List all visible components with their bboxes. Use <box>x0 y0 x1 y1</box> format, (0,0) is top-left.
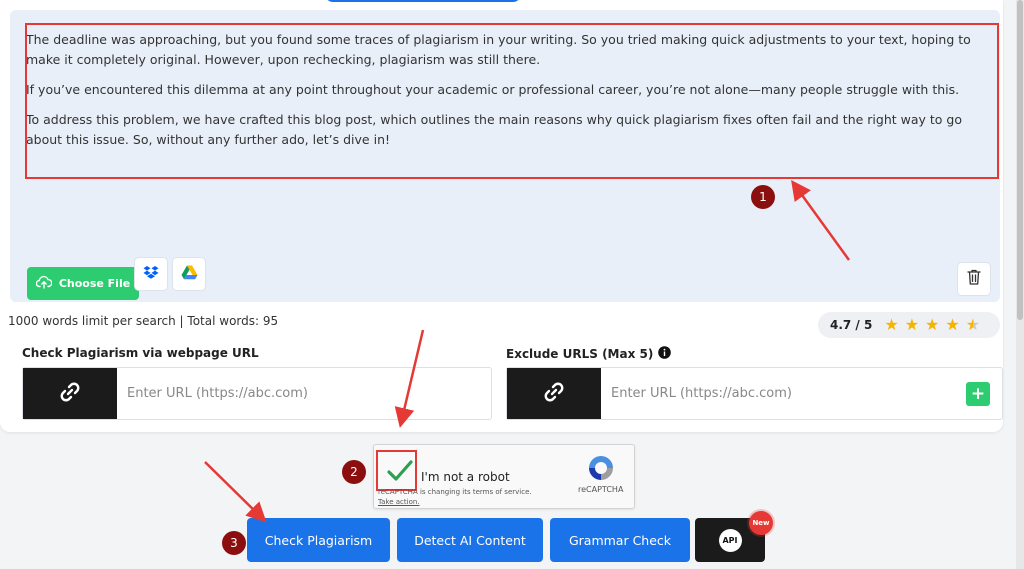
webpage-url-group <box>22 367 492 420</box>
webpage-url-label: Check Plagiarism via webpage URL <box>22 346 259 360</box>
link-icon <box>59 381 81 407</box>
upload-cloud-icon <box>35 275 53 292</box>
rating-value: 4.7 / 5 <box>830 318 873 332</box>
delete-text-button[interactable] <box>957 262 991 296</box>
annotation-highlight-box <box>25 23 999 179</box>
link-icon <box>543 381 565 407</box>
star-icon: ★ <box>884 315 899 334</box>
rating-badge: 4.7 / 5 ★ ★ ★ ★ ★ <box>818 312 1000 338</box>
api-label: API <box>718 528 742 552</box>
exclude-urls-group: + <box>506 367 1003 420</box>
recaptcha-label: I'm not a robot <box>421 470 510 484</box>
new-badge: New <box>749 511 773 535</box>
link-icon-block <box>507 368 601 419</box>
checker-card: The deadline was approaching, but you fo… <box>0 0 1003 432</box>
star-icon: ★ <box>904 315 920 334</box>
recaptcha-logo-icon <box>586 453 616 487</box>
check-plagiarism-button[interactable]: Check Plagiarism <box>247 518 390 562</box>
grammar-check-button[interactable]: Grammar Check <box>550 518 690 562</box>
google-drive-icon <box>181 265 198 284</box>
link-icon-block <box>23 368 117 419</box>
choose-file-label: Choose File <box>58 277 131 290</box>
half-star-icon: ★ <box>965 315 981 334</box>
trash-icon <box>967 269 981 289</box>
step-badge-3: 3 <box>222 531 246 555</box>
word-count-info: 1000 words limit per search | Total word… <box>8 314 279 328</box>
step-badge-1: 1 <box>751 185 775 209</box>
exclude-url-input[interactable] <box>611 378 941 409</box>
dropbox-button[interactable] <box>134 257 168 291</box>
recaptcha-take-action-link[interactable]: Take action. <box>378 498 420 506</box>
star-icon: ★ <box>945 315 960 334</box>
text-editor[interactable]: The deadline was approaching, but you fo… <box>10 10 1000 302</box>
exclude-urls-label: Exclude URLS (Max 5) <box>506 347 654 361</box>
step-badge-2: 2 <box>342 460 366 484</box>
scrollbar-thumb[interactable] <box>1017 0 1023 320</box>
exclude-urls-label-row: Exclude URLS (Max 5) <box>506 346 672 362</box>
recaptcha-brand: reCAPTCHA <box>578 485 624 494</box>
dropbox-icon <box>143 265 159 284</box>
recaptcha-widget: I'm not a robot reCAPTCHA is changing it… <box>373 444 635 509</box>
add-url-button[interactable]: + <box>966 382 990 406</box>
star-icon: ★ <box>925 315 940 334</box>
checkmark-icon[interactable] <box>387 460 413 486</box>
detect-ai-content-button[interactable]: Detect AI Content <box>397 518 543 562</box>
info-icon[interactable] <box>658 346 672 362</box>
recaptcha-notice: reCAPTCHA is changing its terms of servi… <box>378 488 532 496</box>
webpage-url-input[interactable] <box>127 378 457 409</box>
choose-file-button[interactable]: Choose File <box>27 267 139 300</box>
annotation-arrow-3 <box>204 461 267 523</box>
page-scrollbar[interactable] <box>1016 0 1024 569</box>
google-drive-button[interactable] <box>172 257 206 291</box>
top-tab[interactable] <box>325 0 521 2</box>
